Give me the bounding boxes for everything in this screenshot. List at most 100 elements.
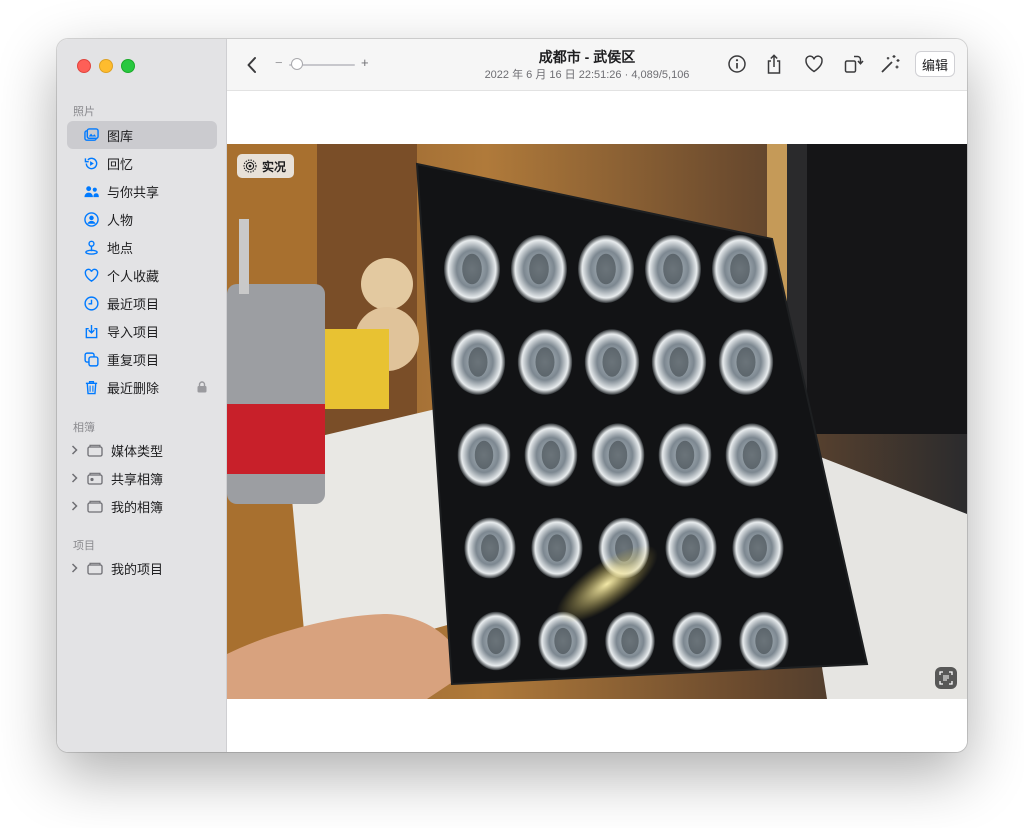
ct-slice-ventricle [688,627,706,655]
ct-slice-ventricle [675,440,695,470]
photo-image[interactable]: 实况 [227,144,967,699]
auto-enhance-button[interactable] [879,53,901,75]
sidebar-item-shared-with-you[interactable]: 与你共享 [67,177,217,205]
sidebar-item-label: 地点 [107,240,134,256]
sidebar-item-my-albums[interactable]: 我的相簿 [67,492,217,520]
ct-slice-ventricle [535,347,555,377]
minimize-window-button[interactable] [99,59,113,73]
sidebar-item-label: 个人收藏 [107,268,160,284]
chevron-right-icon[interactable] [71,473,81,483]
sidebar-item-media-types[interactable]: 媒体类型 [67,436,217,464]
sidebar-item-label: 与你共享 [107,184,160,200]
close-window-button[interactable] [77,59,91,73]
ct-slice-ventricle [663,253,683,285]
sidebar-item-imports[interactable]: 导入项目 [67,317,217,345]
favorite-button[interactable] [803,53,825,75]
album-label: 我的相簿 [111,499,164,515]
live-photo-badge[interactable]: 实况 [237,154,295,178]
section-header-projects: 项目 [73,540,95,552]
sidebar-item-my-projects[interactable]: 我的项目 [67,554,217,582]
sidebar-item-label: 最近删除 [107,380,160,396]
zoom-window-button[interactable] [121,59,135,73]
sidebar: 照片 图库 回忆 与你共享 人物 地点 个人收藏 最近项目 导入项目 重复项目 … [57,39,227,752]
ct-slice-ventricle [682,534,700,562]
ct-slice-ventricle [602,347,622,377]
zoom-in-label: + [361,55,369,70]
zoom-knob[interactable] [291,58,303,70]
ct-slice-ventricle [596,253,616,285]
ct-slice-ventricle [487,627,505,655]
ct-slice-ventricle [608,440,628,470]
live-photo-icon [243,159,257,173]
sidebar-item-library[interactable]: 图库 [67,121,217,149]
ct-slice-ventricle [541,440,561,470]
live-text-button[interactable] [935,667,957,689]
sidebar-nav: 图库 回忆 与你共享 人物 地点 个人收藏 最近项目 导入项目 重复项目 最近删… [67,121,217,401]
ct-slice-ventricle [621,627,639,655]
ct-slice-ventricle [755,627,773,655]
album-label: 媒体类型 [111,443,164,459]
window-controls [77,59,135,73]
live-text-icon [939,671,953,685]
photo-viewer: 实况 [227,91,967,752]
magic-wand-icon [881,55,900,73]
zoom-out-label: − [275,55,283,70]
heart-icon [805,55,823,73]
info-button[interactable] [726,53,748,75]
import-icon [83,323,99,339]
ct-slice-ventricle [474,440,494,470]
section-header-photos: 照片 [73,106,95,118]
ct-slice-ventricle [481,534,499,562]
sidebar-item-memories[interactable]: 回忆 [67,149,217,177]
sidebar-item-label: 导入项目 [107,324,160,340]
edit-button[interactable]: 编辑 [915,51,955,77]
sidebar-item-duplicates[interactable]: 重复项目 [67,345,217,373]
shared-folder-icon [87,472,103,485]
sidebar-item-places[interactable]: 地点 [67,233,217,261]
ct-slice-ventricle [554,627,572,655]
trash-icon [83,379,99,395]
ct-slice-ventricle [468,347,488,377]
section-header-albums: 相簿 [73,422,95,434]
sidebar-item-shared-albums[interactable]: 共享相簿 [67,464,217,492]
heart-icon [83,267,99,283]
sidebar-item-label: 最近项目 [107,296,160,312]
places-icon [83,239,99,255]
lock-icon [197,381,207,393]
back-button[interactable] [245,55,259,75]
folder-icon [87,444,103,457]
sidebar-item-label: 图库 [107,128,134,144]
ct-scan-photo [227,144,967,699]
sidebar-item-label: 回忆 [107,156,134,172]
photo-library-icon [83,127,99,143]
rotate-button[interactable] [842,53,864,75]
sidebar-item-people[interactable]: 人物 [67,205,217,233]
share-button[interactable] [763,53,785,75]
folder-icon [87,562,103,575]
album-label: 共享相簿 [111,471,164,487]
duplicates-icon [83,351,99,367]
project-label: 我的项目 [111,561,164,577]
folder-icon [87,500,103,513]
memories-icon [83,155,99,171]
live-photo-label: 实况 [262,159,287,174]
ct-slice-ventricle [742,440,762,470]
sidebar-item-recently-deleted[interactable]: 最近删除 [67,373,217,401]
info-icon [728,55,746,73]
sidebar-item-label: 人物 [107,212,134,228]
toolbar: − + 成都市 - 武侯区 2022 年 6 月 16 日 22:51:26 ·… [227,39,967,91]
ct-slice-ventricle [529,253,549,285]
chevron-right-icon[interactable] [71,501,81,511]
photo-title: 成都市 - 武侯区 [538,49,636,65]
sidebar-item-recents[interactable]: 最近项目 [67,289,217,317]
sidebar-item-favorites[interactable]: 个人收藏 [67,261,217,289]
ct-slice-ventricle [548,534,566,562]
ct-slice-ventricle [462,253,482,285]
rotate-icon [844,55,864,73]
chevron-right-icon[interactable] [71,563,81,573]
chevron-right-icon[interactable] [71,445,81,455]
photos-window: 照片 图库 回忆 与你共享 人物 地点 个人收藏 最近项目 导入项目 重复项目 … [57,39,967,752]
photo-subtitle: 2022 年 6 月 16 日 22:51:26 · 4,089/5,106 [484,69,690,81]
zoom-slider[interactable]: − + [275,55,375,73]
share-icon [767,54,781,74]
